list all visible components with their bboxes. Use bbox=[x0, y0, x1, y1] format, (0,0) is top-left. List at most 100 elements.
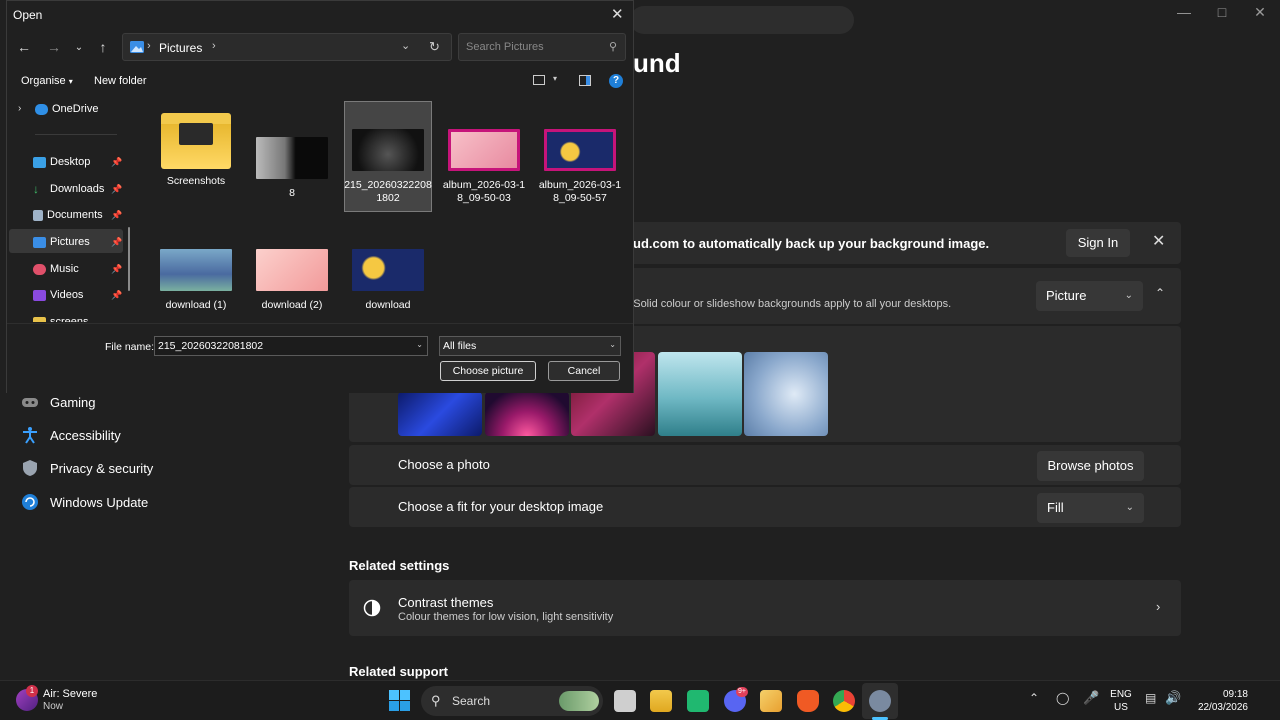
nav-label: Windows Update bbox=[50, 494, 149, 510]
brave-browser-icon[interactable] bbox=[797, 690, 819, 712]
recent-image-thumb[interactable] bbox=[398, 392, 482, 436]
nav-label: Accessibility bbox=[50, 427, 121, 443]
file-name-label: File name: bbox=[105, 341, 155, 353]
weather-title[interactable]: Air: Severe bbox=[43, 688, 97, 700]
expand-chevron-icon[interactable]: › bbox=[18, 103, 21, 114]
file-item-215[interactable]: 215_20260322208 1802 bbox=[344, 113, 432, 205]
sign-in-button[interactable]: Sign In bbox=[1066, 229, 1130, 257]
chevron-up-icon[interactable]: ⌃ bbox=[1155, 286, 1165, 300]
new-folder-button[interactable]: New folder bbox=[94, 75, 147, 87]
app-icon[interactable] bbox=[687, 690, 709, 712]
sidebar-item-desktop[interactable]: Desktop 📌 bbox=[33, 152, 122, 172]
language-indicator[interactable]: ENG US bbox=[1108, 688, 1134, 714]
language-line: US bbox=[1114, 702, 1128, 713]
open-file-dialog: Open ✕ ← → ⌄ ↑ › Pictures › ⌄ ↻ Search P… bbox=[6, 0, 634, 393]
speaker-icon[interactable]: 🔊 bbox=[1165, 690, 1181, 706]
caret-down-icon[interactable]: ▾ bbox=[553, 74, 557, 83]
desktop-icon bbox=[33, 156, 46, 168]
choose-photo-label: Choose a photo bbox=[398, 457, 490, 472]
file-item-8[interactable]: 8 bbox=[248, 113, 336, 200]
wifi-icon[interactable]: ▤ bbox=[1145, 691, 1156, 705]
background-type-dropdown[interactable]: Picture ⌄ bbox=[1036, 281, 1143, 311]
start-button[interactable] bbox=[389, 690, 410, 711]
file-name-input[interactable]: 215_20260322081802 ⌄ bbox=[154, 336, 428, 356]
up-arrow-icon[interactable]: ↑ bbox=[94, 39, 112, 55]
file-item-download[interactable]: download bbox=[344, 249, 432, 312]
close-icon[interactable]: ✕ bbox=[1242, 4, 1278, 24]
settings-gear-icon[interactable] bbox=[869, 690, 891, 712]
maximize-icon[interactable]: □ bbox=[1204, 4, 1240, 24]
document-icon bbox=[33, 209, 43, 221]
nav-label: Privacy & security bbox=[50, 460, 154, 476]
show-hidden-icons[interactable]: ⌃ bbox=[1029, 691, 1039, 705]
breadcrumb[interactable]: Pictures bbox=[159, 41, 202, 55]
forward-arrow-icon[interactable]: → bbox=[45, 39, 63, 55]
view-options-icon[interactable] bbox=[533, 75, 545, 85]
nav-item-accessibility[interactable]: Accessibility bbox=[20, 423, 121, 447]
pin-icon[interactable]: 📌 bbox=[111, 237, 122, 248]
chrome-icon[interactable] bbox=[833, 690, 855, 712]
sidebar-scrollbar[interactable] bbox=[128, 227, 130, 291]
file-item-screenshots[interactable]: Screenshots bbox=[152, 113, 240, 188]
download-icon: ↓ bbox=[33, 181, 39, 196]
task-view-icon[interactable] bbox=[614, 690, 636, 712]
recent-image-thumb[interactable] bbox=[744, 352, 828, 436]
close-icon[interactable]: ✕ bbox=[1152, 231, 1165, 251]
choose-picture-button[interactable]: Choose picture bbox=[440, 361, 536, 381]
recent-image-thumb[interactable] bbox=[485, 392, 569, 436]
accessibility-icon bbox=[20, 425, 40, 445]
network-off-icon[interactable]: ◯ bbox=[1056, 691, 1069, 705]
sidebar-item-screens[interactable]: screens bbox=[33, 312, 89, 322]
pictures-icon bbox=[130, 41, 144, 56]
file-item-album-1[interactable]: album_2026-03-1 8_09-50-03 bbox=[440, 113, 528, 205]
sidebar-item-videos[interactable]: Videos 📌 bbox=[33, 285, 122, 305]
sidebar-item-documents[interactable]: Documents 📌 bbox=[33, 205, 122, 225]
clock[interactable]: 09:18 22/03/2026 bbox=[1188, 688, 1248, 714]
pin-icon[interactable]: 📌 bbox=[111, 264, 122, 275]
file-explorer-icon[interactable] bbox=[650, 690, 672, 712]
recent-image-thumb[interactable] bbox=[658, 352, 742, 436]
file-item-download-2[interactable]: download (2) bbox=[248, 249, 336, 312]
clock-time: 09:18 bbox=[1222, 689, 1248, 700]
app-icon[interactable] bbox=[760, 690, 782, 712]
nav-item-privacy[interactable]: Privacy & security bbox=[20, 456, 153, 480]
nav-item-gaming[interactable]: Gaming bbox=[20, 390, 96, 414]
file-item-album-2[interactable]: album_2026-03-1 8_09-50-57 bbox=[536, 113, 624, 205]
pin-icon[interactable]: 📌 bbox=[111, 290, 122, 301]
contrast-themes-link[interactable]: Contrast themes Colour themes for low vi… bbox=[349, 580, 1181, 636]
pin-icon[interactable]: 📌 bbox=[111, 210, 122, 221]
taskbar-search[interactable]: ⚲ Search bbox=[421, 686, 603, 716]
fit-dropdown[interactable]: Fill ⌄ bbox=[1037, 493, 1144, 523]
minimize-icon[interactable]: — bbox=[1166, 4, 1202, 24]
address-bar[interactable]: › Pictures › ⌄ ↻ bbox=[122, 33, 452, 61]
pin-icon[interactable]: 📌 bbox=[111, 184, 122, 195]
file-item-download-1[interactable]: download (1) bbox=[152, 249, 240, 312]
search-input[interactable]: Search Pictures ⚲ bbox=[458, 33, 626, 61]
nav-item-windows-update[interactable]: Windows Update bbox=[20, 490, 148, 514]
close-icon[interactable]: ✕ bbox=[611, 5, 624, 23]
organise-menu[interactable]: Organise ▾ bbox=[21, 75, 73, 87]
file-type-select[interactable]: All files ⌄ bbox=[439, 336, 621, 356]
microphone-icon[interactable]: 🎤 bbox=[1083, 690, 1099, 706]
preview-pane-icon[interactable] bbox=[579, 75, 591, 86]
chevron-down-icon[interactable]: ⌄ bbox=[416, 340, 423, 349]
sidebar-item-music[interactable]: Music 📌 bbox=[33, 259, 122, 279]
sidebar-label: Music bbox=[50, 263, 79, 275]
back-arrow-icon[interactable]: ← bbox=[15, 39, 33, 55]
cancel-button[interactable]: Cancel bbox=[548, 361, 620, 381]
chevron-down-icon[interactable]: ⌄ bbox=[401, 39, 410, 52]
chevron-down-icon: ⌄ bbox=[1124, 290, 1133, 301]
sidebar-item-onedrive[interactable]: OneDrive bbox=[35, 99, 98, 119]
contrast-icon bbox=[363, 599, 381, 620]
settings-search-box[interactable] bbox=[630, 6, 854, 34]
shield-icon bbox=[20, 458, 40, 478]
pin-icon[interactable]: 📌 bbox=[111, 157, 122, 168]
refresh-icon[interactable]: ↻ bbox=[429, 39, 440, 55]
sidebar-item-pictures[interactable]: Pictures 📌 bbox=[33, 232, 122, 252]
folder-icon bbox=[33, 316, 46, 322]
fit-value: Fill bbox=[1047, 500, 1064, 515]
sidebar-item-downloads[interactable]: ↓ Downloads 📌 bbox=[33, 179, 122, 199]
recent-locations-chevron-icon[interactable]: ⌄ bbox=[70, 42, 88, 53]
help-icon[interactable]: ? bbox=[609, 74, 623, 88]
browse-photos-button[interactable]: Browse photos bbox=[1037, 451, 1144, 481]
